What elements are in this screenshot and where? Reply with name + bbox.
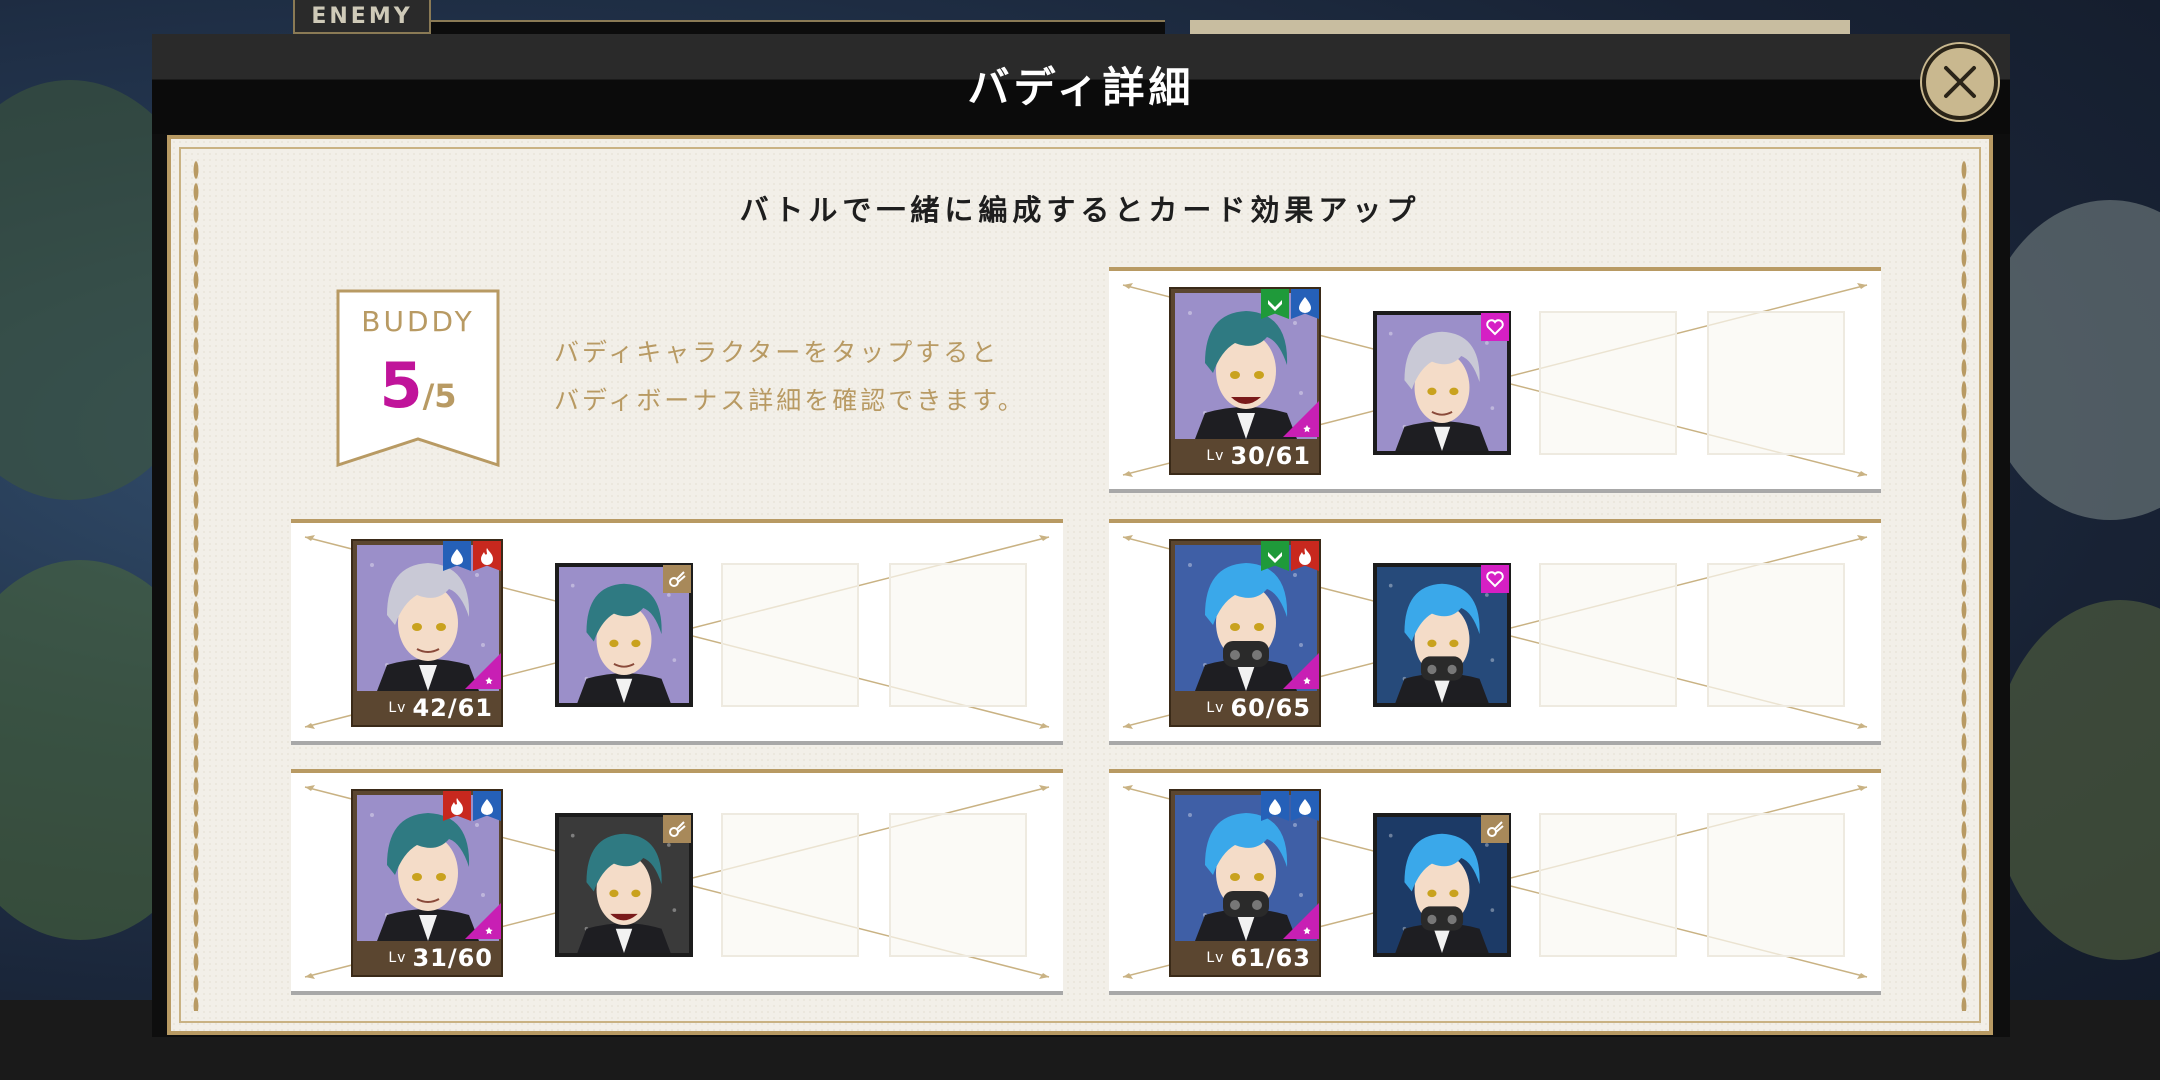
blue-water-icon: [443, 541, 471, 571]
level-value: 61/63: [1230, 944, 1311, 972]
empty-slot: [1707, 311, 1845, 455]
blue-water-icon: [473, 791, 501, 821]
enemy-bar: [431, 20, 1165, 34]
green-chevron-icon: [1261, 289, 1289, 319]
buddy-partner-card[interactable]: [1373, 311, 1511, 455]
rarity-stars-icon: [1283, 401, 1319, 437]
buddy-main-card[interactable]: Lv 31/60: [351, 789, 503, 977]
buddy-count-badge: BUDDY 5/5: [336, 289, 500, 467]
comet-icon: [663, 815, 691, 843]
rarity-stars-icon: [465, 903, 501, 939]
buddy-row: Lv 60/65: [1109, 519, 1881, 745]
red-fire-icon: [1291, 541, 1319, 571]
dot-border-left: [193, 159, 199, 1011]
blue-water-icon: [1291, 289, 1319, 319]
level-label: Lv 60/65: [1171, 691, 1319, 725]
level-value: 30/61: [1230, 442, 1311, 470]
rarity-stars-icon: [465, 653, 501, 689]
heart-icon: [1481, 313, 1509, 341]
level-label: Lv 42/61: [353, 691, 501, 725]
rarity-stars-icon: [1283, 653, 1319, 689]
buddy-panel: バトルで一緒に編成するとカード効果アップ BUDDY 5/5 バディキャラクター…: [167, 135, 1993, 1035]
level-prefix: Lv: [388, 700, 407, 716]
buddy-partner-card[interactable]: [1373, 813, 1511, 957]
buddy-row: Lv 31/60: [291, 769, 1063, 995]
modal-title: バディ詳細: [967, 63, 1195, 112]
buddy-row: Lv 30/61: [1109, 267, 1881, 493]
game-screen: ENEMY バディ詳細 バトルで一緒に編成するとカード効果アップ BUDDY 5…: [0, 0, 2160, 1080]
buddy-partner-card[interactable]: [555, 813, 693, 957]
buddy-row: Lv 61/63: [1109, 769, 1881, 995]
close-icon: [1944, 66, 1976, 98]
level-label: Lv 31/60: [353, 941, 501, 975]
level-prefix: Lv: [1206, 448, 1225, 464]
buddy-count: 5/5: [336, 349, 500, 422]
comet-icon: [1481, 815, 1509, 843]
blue-water-icon: [1261, 791, 1289, 821]
close-button[interactable]: [1922, 44, 1998, 120]
red-fire-icon: [443, 791, 471, 821]
empty-slot: [1707, 813, 1845, 957]
hint-line-2: バディボーナス詳細を確認できます。: [554, 386, 1026, 415]
empty-slot: [1707, 563, 1845, 707]
empty-slot: [889, 813, 1027, 957]
empty-slot: [1539, 813, 1677, 957]
enemy-tab: ENEMY: [293, 0, 431, 34]
level-label: Lv 30/61: [1171, 439, 1319, 473]
attribute-badges: [443, 541, 501, 571]
heart-icon: [1481, 565, 1509, 593]
level-prefix: Lv: [388, 950, 407, 966]
level-label: Lv 61/63: [1171, 941, 1319, 975]
empty-slot: [1539, 311, 1677, 455]
level-prefix: Lv: [1206, 950, 1225, 966]
comet-icon: [663, 565, 691, 593]
attribute-badges: [443, 791, 501, 821]
buddy-count-max: /5: [422, 377, 457, 415]
buddy-main-card[interactable]: Lv 61/63: [1169, 789, 1321, 977]
panel-subtitle: バトルで一緒に編成するとカード効果アップ: [739, 193, 1421, 227]
red-fire-icon: [473, 541, 501, 571]
buddy-partner-card[interactable]: [555, 563, 693, 707]
hint-text: バディキャラクターをタップすると バディボーナス詳細を確認できます。: [554, 329, 1114, 425]
header-stripe: [1190, 20, 1850, 34]
buddy-main-card[interactable]: Lv 42/61: [351, 539, 503, 727]
buddy-partner-card[interactable]: [1373, 563, 1511, 707]
buddy-count-value: 5: [379, 349, 423, 422]
level-value: 42/61: [412, 694, 493, 722]
attribute-badges: [1261, 791, 1319, 821]
buddy-main-card[interactable]: Lv 30/61: [1169, 287, 1321, 475]
empty-slot: [721, 813, 859, 957]
buddy-row: Lv 42/61: [291, 519, 1063, 745]
empty-slot: [889, 563, 1027, 707]
buddy-main-card[interactable]: Lv 60/65: [1169, 539, 1321, 727]
attribute-badges: [1261, 541, 1319, 571]
attribute-badges: [1261, 289, 1319, 319]
hint-line-1: バディキャラクターをタップすると: [554, 338, 1000, 367]
buddy-label: BUDDY: [361, 305, 475, 338]
rarity-stars-icon: [1283, 903, 1319, 939]
empty-slot: [721, 563, 859, 707]
level-value: 31/60: [412, 944, 493, 972]
green-chevron-icon: [1261, 541, 1289, 571]
level-value: 60/65: [1230, 694, 1311, 722]
empty-slot: [1539, 563, 1677, 707]
dot-border-right: [1961, 159, 1967, 1011]
background-foliage: [1990, 600, 2160, 960]
blue-water-icon: [1291, 791, 1319, 821]
level-prefix: Lv: [1206, 700, 1225, 716]
